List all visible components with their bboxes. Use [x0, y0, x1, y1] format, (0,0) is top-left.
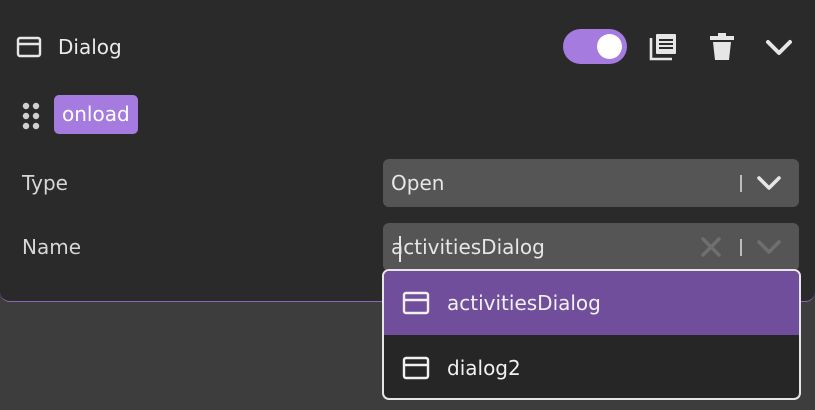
- type-select-value: Open: [391, 171, 445, 195]
- select-separator: [740, 239, 742, 256]
- name-select-value[interactable]: activitiesDialog: [391, 234, 545, 260]
- dropdown-option-dialog2[interactable]: dialog2: [384, 336, 799, 398]
- trash-icon[interactable]: [707, 32, 737, 62]
- select-separator: [740, 175, 742, 192]
- name-dropdown-menu: activitiesDialog dialog2: [382, 269, 801, 400]
- duplicate-icon[interactable]: [648, 32, 678, 62]
- name-select[interactable]: activitiesDialog: [383, 223, 799, 271]
- toggle-knob: [597, 34, 622, 59]
- type-select[interactable]: Open: [383, 159, 799, 207]
- chevron-down-icon[interactable]: [755, 235, 783, 259]
- dialog-window-icon: [16, 36, 42, 58]
- card-title: Dialog: [58, 35, 122, 59]
- option-label: activitiesDialog: [447, 291, 601, 315]
- dialog-window-icon: [402, 291, 430, 315]
- enable-toggle[interactable]: [563, 29, 627, 64]
- option-label: dialog2: [447, 356, 521, 380]
- drag-handle-icon[interactable]: [22, 102, 40, 130]
- type-label: Type: [22, 171, 68, 195]
- dialog-window-icon: [402, 356, 430, 380]
- text-caret: [399, 236, 401, 262]
- collapse-chevron-icon[interactable]: [764, 32, 794, 62]
- action-card: Dialog onload Type Open Name activitiesD…: [0, 0, 815, 302]
- event-tag[interactable]: onload: [54, 95, 138, 134]
- clear-icon[interactable]: [699, 235, 723, 259]
- dropdown-option-activitiesdialog[interactable]: activitiesDialog: [384, 271, 799, 335]
- chevron-down-icon[interactable]: [755, 171, 783, 195]
- name-label: Name: [22, 235, 82, 259]
